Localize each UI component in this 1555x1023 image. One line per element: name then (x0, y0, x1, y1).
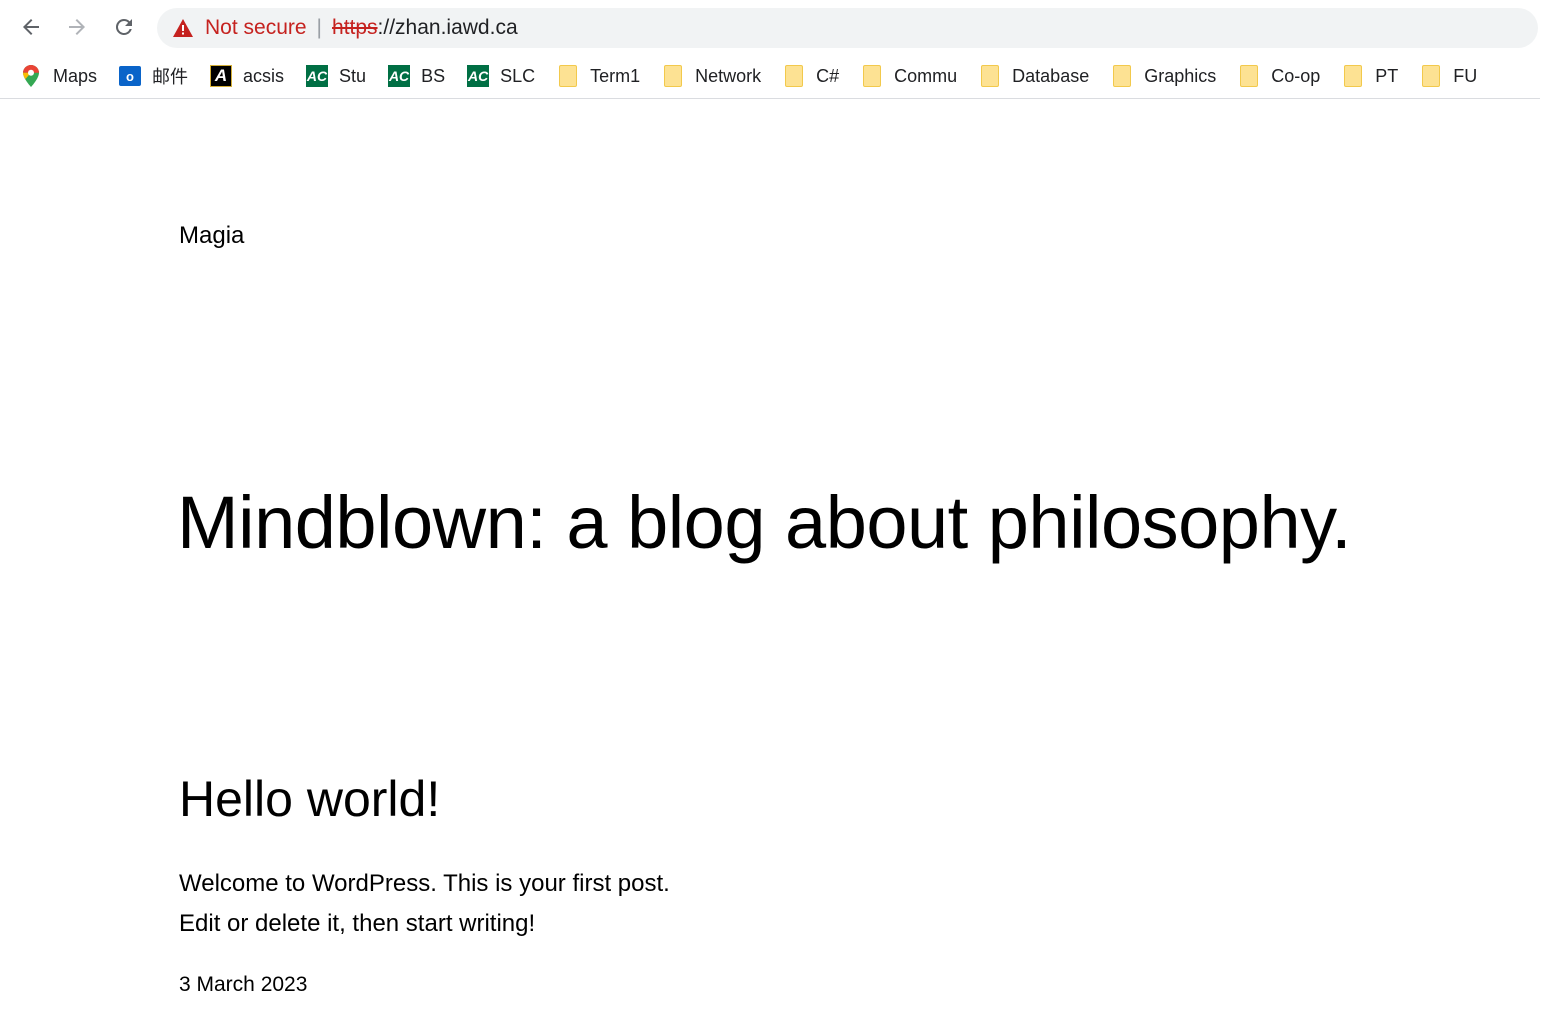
bookmark-stu[interactable]: AC Stu (306, 65, 366, 87)
bookmarks-bar: Maps o 邮件 A acsis AC Stu AC BS AC SLC Te… (0, 54, 1540, 99)
acsis-icon: A (210, 65, 233, 87)
bookmark-label: Maps (53, 65, 98, 86)
folder-icon (861, 65, 883, 87)
bookmark-folder-pt[interactable]: PT (1342, 65, 1398, 87)
folder-icon (557, 65, 579, 87)
bookmark-label: 邮件 (152, 67, 189, 87)
bookmark-label: Network (695, 65, 762, 86)
folder-icon (662, 65, 684, 87)
url-scheme: https (332, 16, 378, 39)
post-date: 3 March 2023 (179, 973, 308, 996)
algonquin-icon: AC (388, 65, 411, 87)
security-status[interactable]: Not secure (205, 16, 307, 40)
maps-pin-icon (20, 65, 42, 87)
bookmark-slc[interactable]: AC SLC (467, 65, 535, 87)
folder-icon (1238, 65, 1260, 87)
folder-icon (1111, 65, 1133, 87)
bookmark-acsis[interactable]: A acsis (210, 65, 284, 87)
algonquin-icon: AC (467, 65, 490, 87)
post-excerpt: Welcome to WordPress. This is your first… (179, 864, 670, 944)
bookmark-mail[interactable]: o 邮件 (119, 63, 188, 89)
bookmark-label: BS (421, 65, 446, 86)
folder-icon (783, 65, 805, 87)
bookmark-folder-network[interactable]: Network (662, 65, 761, 87)
url-host: ://zhan.iawd.ca (377, 16, 518, 39)
reload-icon (115, 18, 132, 35)
bookmark-label: acsis (243, 65, 285, 86)
folder-icon (1420, 65, 1442, 87)
outlook-icon: o (119, 65, 142, 87)
bookmark-label: Term1 (590, 65, 641, 86)
forward-button[interactable] (60, 10, 94, 44)
bookmark-folder-fu[interactable]: FU (1420, 65, 1477, 87)
bookmark-bs[interactable]: AC BS (388, 65, 445, 87)
address-separator: | (316, 16, 323, 39)
bookmark-label: SLC (500, 65, 536, 86)
bookmark-label: Co-op (1271, 65, 1321, 86)
site-title-link[interactable]: Magia (179, 222, 244, 250)
bookmark-label: Graphics (1144, 65, 1217, 86)
bookmark-label: C# (816, 65, 840, 86)
post-excerpt-line: Edit or delete it, then start writing! (179, 910, 536, 937)
address-bar[interactable]: Not secure | https://zhan.iawd.ca (157, 8, 1538, 48)
bookmark-folder-database[interactable]: Database (979, 65, 1089, 87)
bookmark-label: PT (1375, 65, 1399, 86)
bookmark-folder-term1[interactable]: Term1 (557, 65, 640, 87)
bookmark-folder-csharp[interactable]: C# (783, 65, 839, 87)
browser-toolbar: Not secure | https://zhan.iawd.ca (0, 0, 1555, 54)
post-title-link[interactable]: Hello world! (179, 770, 440, 828)
bookmark-label: Database (1012, 65, 1090, 86)
bookmark-folder-commu[interactable]: Commu (861, 65, 957, 87)
bookmark-folder-graphics[interactable]: Graphics (1111, 65, 1216, 87)
folder-icon (1342, 65, 1364, 87)
warning-triangle-icon (173, 18, 193, 38)
bookmark-label: FU (1453, 65, 1478, 86)
reload-button[interactable] (107, 10, 141, 44)
bookmark-label: Stu (339, 65, 367, 86)
bookmark-maps[interactable]: Maps (20, 65, 97, 87)
bookmark-label: Commu (894, 65, 958, 86)
page-tagline: Mindblown: a blog about philosophy. (177, 481, 1352, 564)
arrow-left-icon (23, 19, 39, 35)
bookmark-folder-coop[interactable]: Co-op (1238, 65, 1320, 87)
folder-icon (979, 65, 1001, 87)
arrow-right-icon (69, 19, 85, 35)
algonquin-icon: AC (306, 65, 329, 87)
post-excerpt-line: Welcome to WordPress. This is your first… (179, 870, 670, 897)
back-button[interactable] (14, 10, 48, 44)
